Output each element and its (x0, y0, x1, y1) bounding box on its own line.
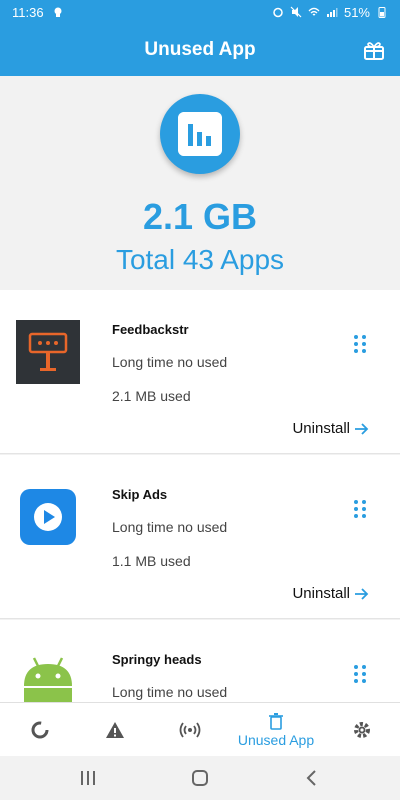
nav-item-broadcast[interactable] (150, 703, 230, 757)
drag-handle-icon[interactable] (352, 334, 368, 354)
android-icon (24, 657, 72, 702)
status-time: 11:36 (12, 4, 44, 20)
arrow-right-icon (355, 587, 369, 600)
uninstall-button[interactable]: Uninstall (292, 585, 370, 602)
nav-label-unused-app: Unused App (237, 732, 315, 748)
list-item: Feedbackstr Long time no used 2.1 MB use… (0, 290, 400, 454)
alarm-icon (273, 7, 283, 18)
skip-ads-icon (20, 489, 76, 545)
nav-item-warning[interactable] (75, 703, 155, 757)
notification-icon (54, 7, 62, 17)
gear-icon (354, 722, 370, 738)
signal-icon (326, 8, 338, 17)
loading-icon (31, 721, 49, 739)
trash-icon (269, 713, 283, 730)
summary-header: 2.1 GB Total 43 Apps (0, 76, 400, 290)
app-name: Feedbackstr (112, 322, 189, 337)
broadcast-icon (179, 722, 201, 738)
app-status: Long time no used (112, 684, 228, 700)
app-bar: Unused App (0, 24, 400, 76)
drag-handle-icon[interactable] (352, 664, 368, 684)
drag-handle-icon[interactable] (352, 499, 368, 519)
feedbackstr-icon (16, 320, 80, 384)
uninstall-label: Uninstall (292, 585, 350, 602)
battery-percent: 51% (343, 4, 370, 20)
page-title: Unused App (144, 39, 256, 60)
list-item: Springy heads Long time no used (0, 620, 400, 702)
battery-icon (378, 7, 386, 18)
uninstall-button[interactable]: Uninstall (292, 420, 370, 437)
arrow-right-icon (355, 422, 369, 435)
mute-icon (290, 6, 302, 18)
home-icon[interactable] (188, 766, 212, 790)
app-list: Feedbackstr Long time no used 2.1 MB use… (0, 290, 400, 702)
wifi-icon (308, 7, 320, 16)
nav-item-unused-app[interactable]: Unused App (236, 703, 316, 757)
gift-icon[interactable] (362, 38, 386, 62)
app-size: 1.1 MB used (112, 553, 191, 569)
system-nav-bar (0, 756, 400, 800)
total-apps: Total 43 Apps (115, 244, 285, 275)
nav-item-settings[interactable] (322, 703, 400, 757)
app-name: Skip Ads (112, 487, 168, 502)
uninstall-label: Uninstall (292, 420, 350, 437)
nav-item-loading[interactable] (0, 703, 80, 757)
bottom-nav: Unused App (0, 702, 400, 756)
app-status: Long time no used (112, 519, 228, 535)
recent-apps-icon[interactable] (76, 766, 100, 790)
app-name: Springy heads (112, 652, 202, 667)
app-size: 2.1 MB used (112, 388, 191, 404)
bar-chart-icon (160, 94, 240, 174)
app-status: Long time no used (112, 354, 228, 370)
back-icon[interactable] (300, 766, 324, 790)
warning-icon (106, 722, 124, 738)
total-size: 2.1 GB (142, 196, 258, 237)
list-item: Skip Ads Long time no used 1.1 MB used U… (0, 455, 400, 619)
status-bar: 11:36 51% (0, 0, 400, 24)
